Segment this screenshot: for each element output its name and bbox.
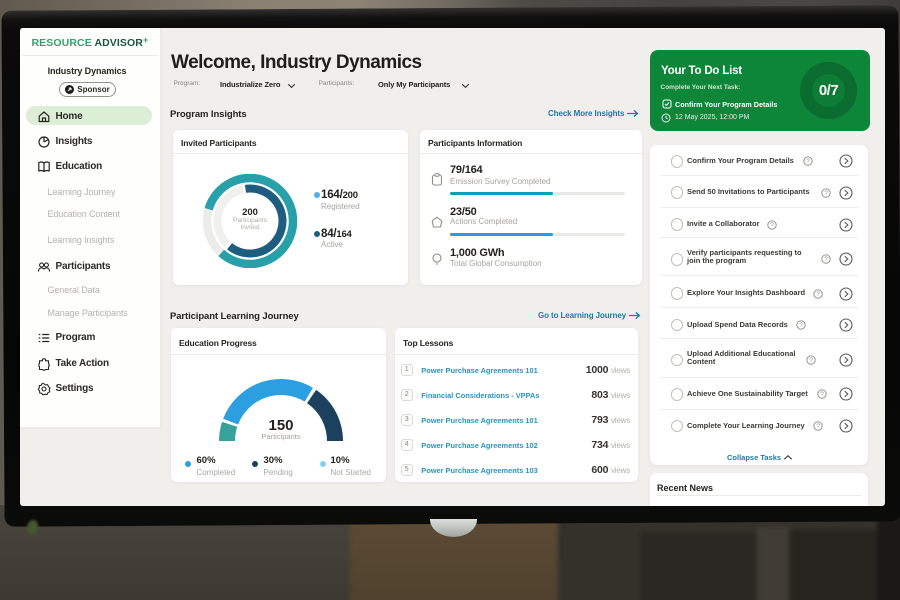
svg-text:?: ? [816,423,820,430]
svg-text:?: ? [770,222,774,229]
svg-text:?: ? [806,159,810,166]
svg-text:?: ? [799,322,803,329]
svg-text:?: ? [820,391,824,398]
svg-text:?: ? [824,190,828,197]
svg-text:?: ? [824,256,828,263]
svg-text:?: ? [816,291,820,298]
svg-text:?: ? [809,357,813,364]
